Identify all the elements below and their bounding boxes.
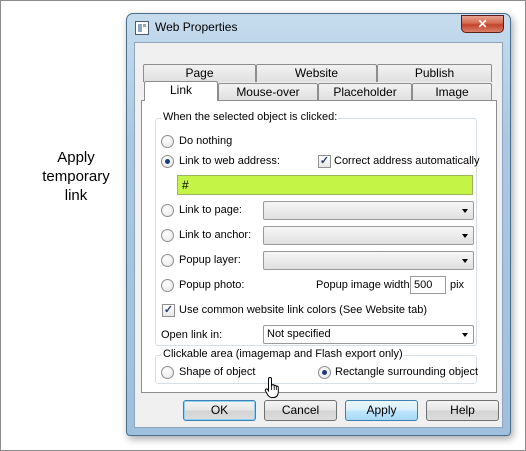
ok-button[interactable]: OK	[183, 400, 256, 421]
clickable-area-group-title: Clickable area (imagemap and Flash expor…	[162, 348, 404, 360]
app-icon	[135, 21, 149, 35]
open-link-in-label: Open link in:	[161, 329, 223, 341]
popup-layer-radio[interactable]	[161, 254, 174, 267]
shape-of-object-label: Shape of object	[179, 366, 256, 378]
link-to-web-address-radio[interactable]	[161, 155, 174, 168]
rectangle-radio[interactable]	[318, 366, 331, 379]
popup-layer-label: Popup layer:	[179, 254, 241, 266]
link-tab-panel: When the selected object is clicked: Do …	[141, 100, 497, 393]
correct-address-label: Correct address automatically	[334, 155, 480, 167]
click-action-group: When the selected object is clicked: Do …	[155, 111, 480, 346]
popup-image-width-input[interactable]: 500	[410, 276, 446, 294]
open-link-in-dropdown[interactable]: Not specified	[263, 325, 474, 344]
popup-image-width-unit: pix	[450, 279, 465, 291]
tab-publish[interactable]: Publish	[377, 64, 492, 82]
do-nothing-radio[interactable]	[161, 135, 174, 148]
cancel-button[interactable]: Cancel	[264, 400, 337, 421]
caption: Apply temporary link	[24, 148, 128, 205]
tab-image[interactable]: Image	[412, 83, 492, 101]
common-colors-checkbox[interactable]: ✓	[162, 304, 175, 317]
chevron-down-icon	[462, 234, 468, 238]
do-nothing-label: Do nothing	[179, 135, 233, 147]
popup-photo-radio[interactable]	[161, 279, 174, 292]
common-colors-label: Use common website link colors (See Webs…	[179, 304, 428, 316]
click-action-group-title: When the selected object is clicked:	[162, 111, 339, 123]
link-to-anchor-dropdown[interactable]	[263, 226, 474, 245]
link-to-page-label: Link to page:	[179, 204, 242, 216]
clickable-area-group: Clickable area (imagemap and Flash expor…	[155, 348, 479, 384]
caption-line-1: Apply	[57, 149, 95, 166]
tab-website[interactable]: Website	[256, 64, 377, 82]
chevron-down-icon	[462, 209, 468, 213]
hand-cursor-icon	[264, 376, 279, 398]
apply-button[interactable]: Apply	[345, 400, 418, 421]
title-bar[interactable]: Web Properties ✕	[127, 14, 510, 41]
chevron-down-icon	[462, 259, 468, 263]
open-link-in-value: Not specified	[267, 328, 331, 340]
tab-mouse-over[interactable]: Mouse-over	[218, 83, 318, 101]
popup-image-width-label: Popup image width	[316, 279, 410, 291]
close-button[interactable]: ✕	[461, 15, 504, 33]
caption-line-3: link	[64, 187, 88, 204]
shape-of-object-radio[interactable]	[161, 366, 174, 379]
link-to-page-dropdown[interactable]	[263, 201, 474, 220]
link-to-web-address-label: Link to web address:	[179, 155, 280, 167]
web-address-input[interactable]: #	[177, 175, 473, 195]
window-title: Web Properties	[155, 20, 238, 34]
tab-page[interactable]: Page	[143, 64, 256, 82]
caption-line-2: temporary	[42, 168, 110, 185]
web-properties-dialog: Web Properties ✕ Page Website Publish Li…	[126, 13, 511, 436]
correct-address-checkbox[interactable]: ✓	[318, 155, 331, 168]
chevron-down-icon	[462, 333, 468, 337]
link-to-anchor-radio[interactable]	[161, 229, 174, 242]
rectangle-label: Rectangle surrounding object	[335, 366, 479, 378]
popup-photo-label: Popup photo:	[179, 279, 245, 291]
link-to-page-radio[interactable]	[161, 204, 174, 217]
tab-link[interactable]: Link	[144, 81, 218, 101]
link-to-anchor-label: Link to anchor:	[179, 229, 252, 241]
dialog-client: Page Website Publish Link Mouse-over Pla…	[134, 42, 503, 428]
popup-layer-dropdown[interactable]	[263, 251, 474, 270]
tab-placeholder[interactable]: Placeholder	[318, 83, 412, 101]
help-button[interactable]: Help	[426, 400, 499, 421]
